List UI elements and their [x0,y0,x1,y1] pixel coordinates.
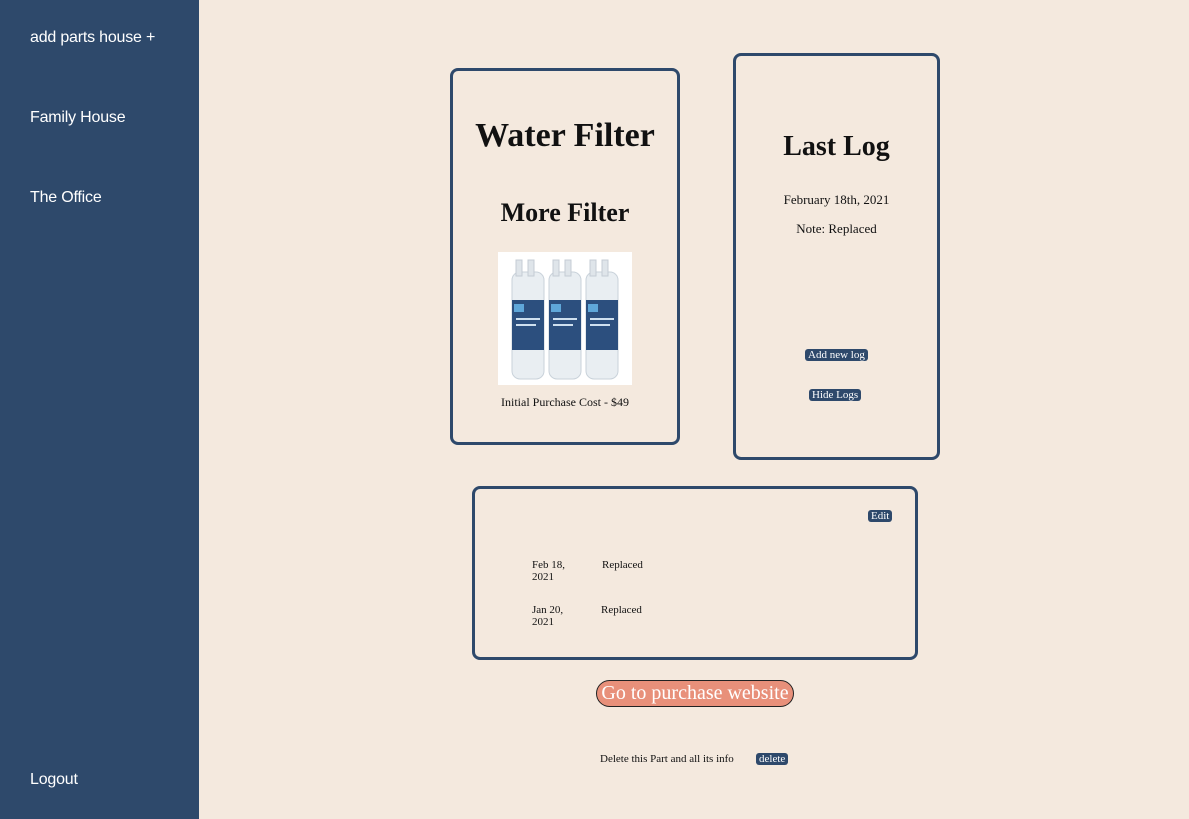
sidebar-item-family-house[interactable]: Family House [30,109,126,127]
edit-button[interactable]: Edit [868,510,893,522]
water-filter-cartridges-image [511,259,619,380]
last-log-card: Last Log February 18th, 2021 Note: Repla… [733,53,940,460]
log-row-note: Replaced [601,604,642,616]
sidebar: add parts house + Family House The Offic… [0,0,199,819]
add-new-log-button[interactable]: Add new log [805,349,868,361]
part-title: Water Filter [475,117,655,154]
add-house-link[interactable]: add parts house + [30,29,155,47]
purchase-website-button[interactable]: Go to purchase website [596,680,794,707]
product-image [498,252,632,385]
last-log-note: Note: Replaced [796,221,877,236]
log-history-card: Edit Feb 18, 2021 Replaced Jan 20, 2021 … [472,486,918,660]
hide-logs-button[interactable]: Hide Logs [809,389,862,401]
delete-part-text: Delete this Part and all its info [600,753,734,765]
log-row-date: Feb 18, 2021 [532,559,565,583]
last-log-date: February 18th, 2021 [783,192,890,207]
part-brand: More Filter [500,198,630,227]
delete-button[interactable]: delete [756,753,789,765]
log-row-note: Replaced [602,559,643,571]
sidebar-item-the-office[interactable]: The Office [30,189,102,207]
part-card: Water Filter More Filter Initial Purchas… [450,68,680,445]
purchase-cost: Initial Purchase Cost - $49 [501,395,629,409]
log-row-date: Jan 20, 2021 [532,604,564,628]
logout-link[interactable]: Logout [30,771,78,789]
last-log-title: Last Log [783,131,890,162]
